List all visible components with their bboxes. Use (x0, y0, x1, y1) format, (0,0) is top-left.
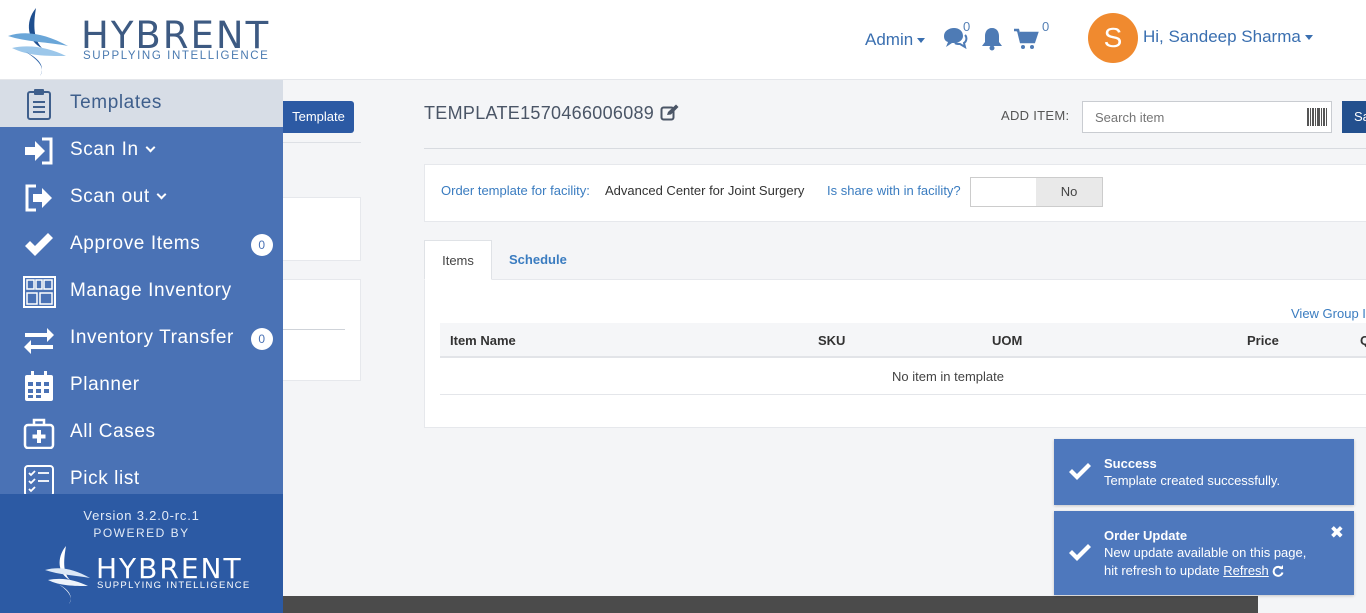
caret-down-icon (1304, 35, 1313, 41)
table-header: Item Name SKU UOM Price Q (440, 323, 1366, 358)
tab-schedule[interactable]: Schedule (509, 240, 567, 280)
left-panel-divider (283, 142, 361, 143)
sidebar-item-label: Manage Inventory (70, 280, 232, 301)
powered-by-text: POWERED BY (93, 526, 190, 540)
sidebar-item-label: All Cases (70, 421, 156, 442)
facility-label: Order template for facility: (441, 183, 590, 198)
sidebar-item-label: Inventory Transfer (70, 327, 234, 348)
sign-in-icon (25, 137, 53, 165)
toast-title: Order Update (1104, 528, 1188, 543)
clipboard-icon (27, 89, 51, 120)
order-update-toast[interactable]: ✖ Order Update New update available on t… (1054, 511, 1354, 595)
cart-count: 0 (1042, 19, 1050, 34)
toast-message-line-1: New update available on this page, (1104, 545, 1307, 560)
sidebar-item-label: Templates (70, 92, 162, 113)
sidebar-item-approve-items[interactable]: Approve Items 0 (0, 221, 283, 268)
check-icon (1069, 463, 1091, 480)
chevron-down-icon (156, 189, 167, 200)
approve-items-badge: 0 (251, 234, 273, 256)
checklist-icon (24, 465, 54, 496)
refresh-link[interactable]: Refresh (1223, 563, 1269, 578)
left-panel-card-divider (283, 329, 345, 330)
check-icon (25, 233, 53, 256)
calendar-icon (25, 371, 53, 401)
table-row: No item in template (440, 359, 1366, 395)
sidebar: Templates Scan In Scan out Approve Items… (0, 80, 283, 613)
facility-value: Advanced Center for Joint Surgery (605, 183, 805, 198)
scan-out-label: Scan out (70, 186, 150, 207)
view-group-link[interactable]: View Group I (1291, 306, 1366, 321)
logo-tagline: SUPPLYING INTELLIGENCE (83, 50, 270, 62)
share-toggle[interactable]: No (970, 177, 1103, 207)
toast-message: Template created successfully. (1104, 473, 1281, 488)
check-icon (1069, 544, 1091, 561)
toast-title: Success (1104, 456, 1157, 471)
version-text: Version 3.2.0-rc.1 (83, 508, 200, 523)
footer-bar (283, 596, 1258, 613)
toast-message-line-2: hit refresh to update Refresh (1104, 562, 1284, 580)
user-avatar[interactable]: S (1088, 13, 1138, 63)
template-title: TEMPLATE1570466006089 (424, 103, 655, 123)
share-label: Is share with in facility? (827, 183, 961, 198)
sidebar-item-planner[interactable]: Planner (0, 362, 283, 409)
sidebar-item-scan-in[interactable]: Scan In (0, 127, 283, 174)
admin-menu[interactable]: Admin (865, 30, 926, 50)
column-header-item-name[interactable]: Item Name (450, 333, 516, 348)
messages-count: 0 (963, 19, 971, 34)
cart-icon[interactable] (1013, 28, 1039, 55)
exchange-arrows-icon (24, 328, 54, 354)
column-header-sku[interactable]: SKU (818, 333, 845, 348)
hybrent-logo[interactable]: HYBRENT SUPPLYING INTELLIGENCE (6, 4, 286, 78)
tab-items[interactable]: Items (424, 240, 492, 280)
sidebar-footer: Version 3.2.0-rc.1 POWERED BY HYBRENT SU… (0, 494, 283, 613)
search-item-input[interactable] (1082, 101, 1332, 133)
refresh-icon[interactable] (1272, 565, 1284, 577)
left-panel-card (283, 197, 361, 261)
title-divider (424, 148, 1366, 149)
top-header: HYBRENT SUPPLYING INTELLIGENCE Admin 0 0… (0, 0, 1366, 80)
success-toast[interactable]: Success Template created successfully. (1054, 439, 1354, 505)
scan-in-label: Scan In (70, 139, 139, 160)
column-header-price[interactable]: Price (1247, 333, 1279, 348)
inventory-transfer-badge: 0 (251, 328, 273, 350)
sign-out-icon (25, 184, 52, 212)
medical-case-icon (23, 418, 55, 449)
bell-icon[interactable] (981, 27, 1003, 56)
save-button[interactable]: Sa (1342, 101, 1366, 133)
user-menu[interactable]: Hi, Sandeep Sharma (1143, 27, 1313, 47)
column-header-uom[interactable]: UOM (992, 333, 1022, 348)
sidebar-item-label: Planner (70, 374, 140, 395)
footer-logo-tagline: SUPPLYING INTELLIGENCE (97, 580, 251, 591)
sidebar-item-scan-out[interactable]: Scan out (0, 174, 283, 221)
add-item-label: ADD ITEM: (1001, 108, 1070, 123)
facility-panel: Order template for facility: Advanced Ce… (424, 164, 1366, 222)
sidebar-item-label: Scan In (70, 139, 156, 161)
left-panel-card (283, 279, 361, 381)
close-icon[interactable]: ✖ (1330, 523, 1344, 543)
sidebar-item-templates[interactable]: Templates (0, 80, 283, 127)
sidebar-item-inventory-transfer[interactable]: Inventory Transfer 0 (0, 315, 283, 362)
inventory-shelves-icon (23, 276, 56, 308)
admin-label: Admin (865, 30, 914, 49)
new-template-button[interactable]: Template (283, 101, 354, 133)
column-header-quantity[interactable]: Q (1360, 333, 1366, 348)
share-toggle-value: No (1036, 178, 1102, 206)
edit-icon[interactable] (660, 104, 680, 127)
sidebar-item-manage-inventory[interactable]: Manage Inventory (0, 268, 283, 315)
barcode-icon[interactable] (1307, 108, 1327, 131)
footer-logo-wing-icon (45, 546, 90, 604)
empty-message: No item in template (892, 369, 1004, 384)
logo-wing-icon (8, 8, 68, 76)
sidebar-item-label: Approve Items (70, 233, 201, 254)
chevron-down-icon (145, 142, 156, 153)
sidebar-item-label: Scan out (70, 186, 167, 208)
caret-down-icon (917, 38, 926, 44)
toast-message-text: hit refresh to update (1104, 563, 1220, 578)
user-greeting: Hi, Sandeep Sharma (1143, 27, 1301, 46)
sidebar-item-label: Pick list (70, 468, 140, 489)
sidebar-item-all-cases[interactable]: All Cases (0, 409, 283, 456)
